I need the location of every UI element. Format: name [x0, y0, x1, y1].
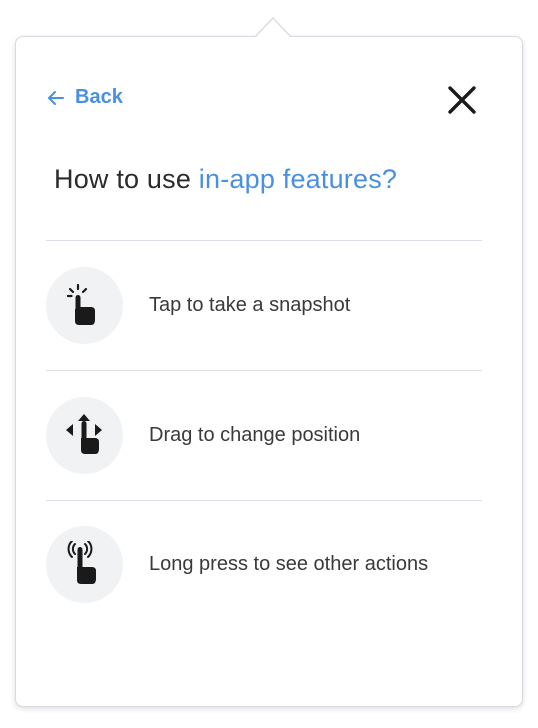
feature-row-long-press: Long press to see other actions — [46, 525, 482, 603]
title-accent: in-app features? — [198, 164, 398, 194]
feature-row-tap: Tap to take a snapshot — [46, 266, 482, 344]
feature-row-drag: Drag to change position — [46, 396, 482, 474]
page-title: How to use in-app features? — [54, 164, 397, 195]
back-button[interactable]: Back — [47, 86, 123, 109]
app-stage: Back How to use in-app features? Tap to … — [0, 0, 538, 728]
tap-gesture-icon — [66, 283, 95, 325]
close-icon — [448, 86, 476, 114]
feature-icon-circle — [46, 396, 123, 474]
feature-icon-circle — [46, 266, 123, 344]
feature-label: Tap to take a snapshot — [149, 293, 351, 316]
divider — [46, 370, 482, 371]
features-popover: Back How to use in-app features? Tap to … — [15, 36, 523, 707]
arrow-left-icon — [48, 90, 64, 105]
feature-label: Long press to see other actions — [149, 552, 429, 575]
divider — [46, 240, 482, 241]
feature-label: Drag to change position — [149, 423, 361, 446]
long-press-gesture-icon — [67, 541, 96, 584]
close-button[interactable] — [445, 83, 479, 117]
feature-icon-circle — [46, 525, 123, 603]
drag-gesture-icon — [65, 414, 102, 454]
title-prefix: How to use — [54, 164, 199, 194]
back-label: Back — [75, 86, 123, 108]
popover-caret — [254, 17, 292, 38]
divider — [46, 500, 482, 501]
